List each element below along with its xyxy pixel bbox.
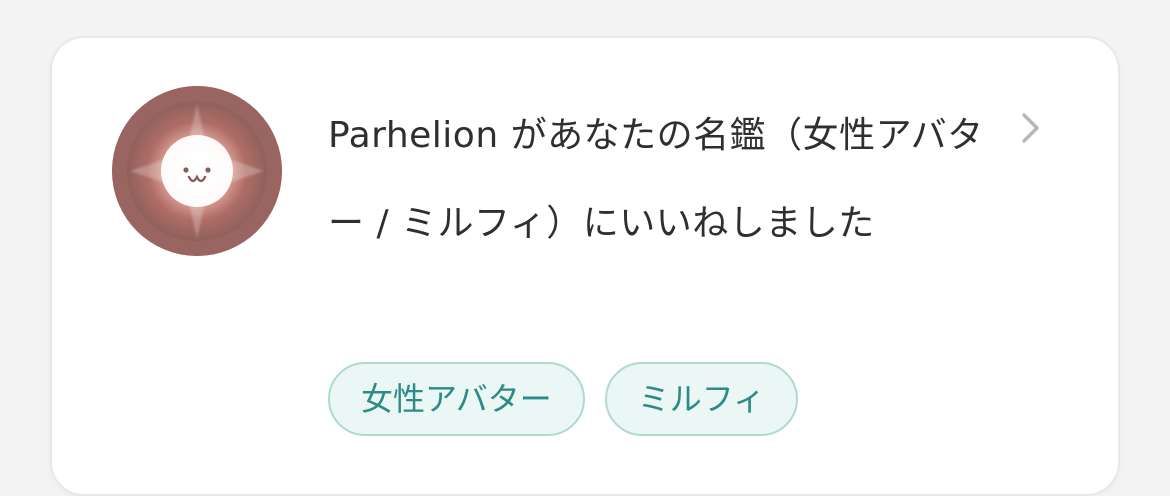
avatar-image: [112, 86, 282, 256]
tag-milfy[interactable]: ミルフィ: [604, 362, 799, 436]
chevron-right-icon[interactable]: [1010, 108, 1050, 148]
notification-card[interactable]: Parhelion があなたの名鑑（女性アバター / ミルフィ）にいいねしました…: [50, 36, 1120, 496]
notification-message: Parhelion があなたの名鑑（女性アバター / ミルフィ）にいいねしました: [328, 92, 988, 268]
tag-list: 女性アバター ミルフィ: [328, 362, 799, 436]
avatar[interactable]: [112, 86, 282, 256]
notification-text: Parhelion があなたの名鑑（女性アバター / ミルフィ）にいいねしました: [328, 115, 984, 244]
tag-female-avatar[interactable]: 女性アバター: [328, 362, 585, 436]
